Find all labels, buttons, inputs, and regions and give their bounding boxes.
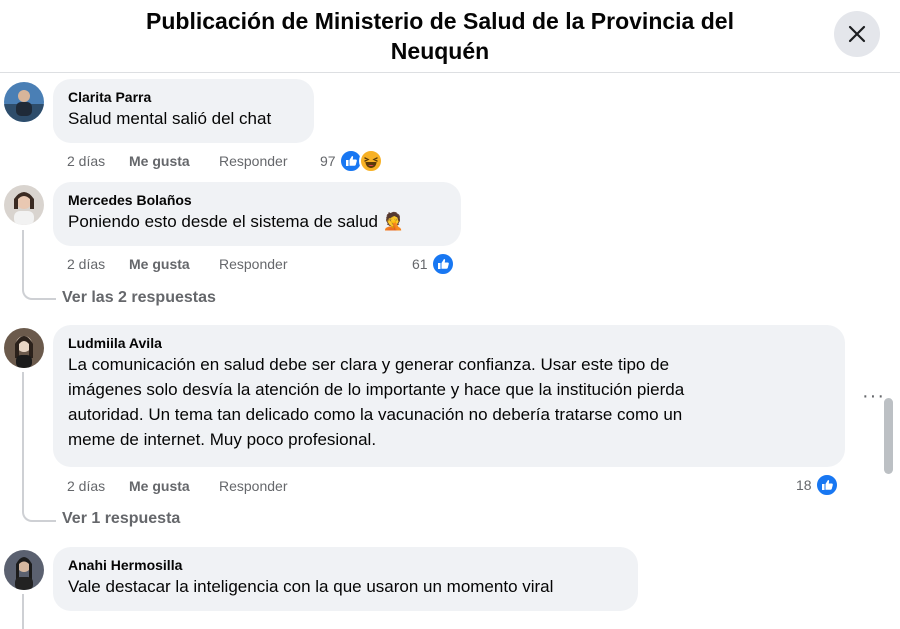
dialog-header: Publicación de Ministerio de Salud de la… bbox=[0, 0, 900, 73]
title-line-1: Publicación de Ministerio de Salud de la… bbox=[146, 8, 734, 34]
title-line-2: Neuquén bbox=[390, 38, 490, 64]
comment-actions: 2 días Me gusta Responder bbox=[67, 255, 288, 273]
comment-bubble: Clarita Parra Salud mental salió del cha… bbox=[53, 79, 314, 143]
comment-time[interactable]: 2 días bbox=[67, 152, 129, 170]
view-replies-link[interactable]: Ver 1 respuesta bbox=[62, 510, 180, 528]
comment-actions: 2 días Me gusta Responder bbox=[67, 477, 288, 495]
comment-text-line: imágenes solo desvía la atención de lo i… bbox=[68, 380, 685, 399]
like-button[interactable]: Me gusta bbox=[129, 477, 219, 495]
comment-bubble: Mercedes Bolaños Poniendo esto desde el … bbox=[53, 182, 461, 246]
avatar[interactable] bbox=[4, 82, 44, 122]
reaction-count: 18 bbox=[796, 477, 812, 493]
reply-button[interactable]: Responder bbox=[219, 152, 288, 170]
more-options-icon[interactable]: ··· bbox=[862, 385, 885, 408]
avatar[interactable] bbox=[4, 550, 44, 590]
comment-text: Poniendo esto desde el sistema de salud … bbox=[68, 212, 404, 231]
like-icon bbox=[814, 473, 839, 497]
reply-button[interactable]: Responder bbox=[219, 477, 288, 495]
comment-time[interactable]: 2 días bbox=[67, 477, 129, 495]
comment-author[interactable]: Ludmiila Avila bbox=[68, 334, 830, 352]
thread-connector bbox=[22, 506, 56, 522]
comment-text: Salud mental salió del chat bbox=[68, 109, 272, 128]
comment-actions: 2 días Me gusta Responder bbox=[67, 152, 288, 170]
reaction-summary[interactable]: 97 bbox=[320, 149, 383, 173]
like-button[interactable]: Me gusta bbox=[129, 255, 219, 273]
avatar[interactable] bbox=[4, 185, 44, 225]
view-replies-link[interactable]: Ver las 2 respuestas bbox=[62, 289, 216, 307]
reaction-summary[interactable]: 61 bbox=[412, 252, 455, 276]
reply-button[interactable]: Responder bbox=[219, 255, 288, 273]
comment-author[interactable]: Mercedes Bolaños bbox=[68, 191, 446, 209]
thread-line bbox=[22, 230, 24, 286]
comment-text: Vale destacar la inteligencia con la que… bbox=[68, 577, 554, 596]
dialog-title: Publicación de Ministerio de Salud de la… bbox=[80, 6, 800, 66]
comment-bubble: Ludmiila Avila La comunicación en salud … bbox=[53, 325, 845, 467]
comment-author[interactable]: Clarita Parra bbox=[68, 88, 299, 106]
thread-connector bbox=[22, 284, 56, 300]
close-icon bbox=[848, 25, 866, 43]
comment-author[interactable]: Anahi Hermosilla bbox=[68, 556, 623, 574]
reaction-count: 61 bbox=[412, 256, 428, 272]
like-button[interactable]: Me gusta bbox=[129, 152, 219, 170]
thread-line bbox=[22, 594, 24, 629]
like-icon bbox=[430, 252, 455, 276]
haha-icon bbox=[358, 149, 383, 173]
comment-text-line: autoridad. Un tema tan delicado como la … bbox=[68, 405, 683, 424]
comment-time[interactable]: 2 días bbox=[67, 255, 129, 273]
comment-text-line: La comunicación en salud debe ser clara … bbox=[68, 355, 670, 374]
scrollbar[interactable] bbox=[884, 398, 893, 474]
avatar[interactable] bbox=[4, 328, 44, 368]
reaction-count: 97 bbox=[320, 153, 336, 169]
comment-bubble: Anahi Hermosilla Vale destacar la inteli… bbox=[53, 547, 638, 611]
reaction-summary[interactable]: 18 bbox=[796, 473, 839, 497]
comment-text-line: meme de internet. Muy poco profesional. bbox=[68, 430, 377, 449]
close-button[interactable] bbox=[834, 11, 880, 57]
thread-line bbox=[22, 372, 24, 508]
